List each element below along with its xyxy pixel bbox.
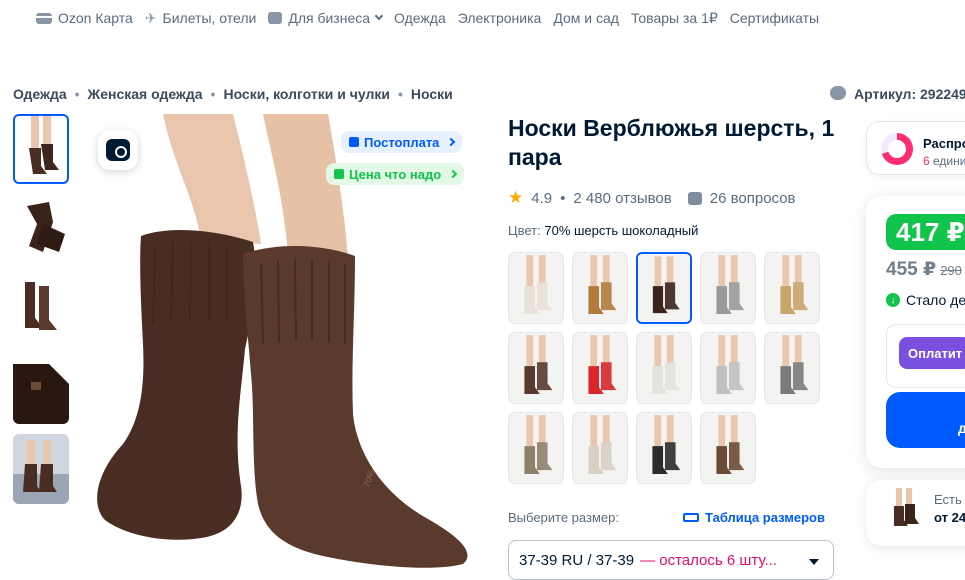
chevron-right-icon (447, 137, 456, 147)
star-icon: ★ (508, 188, 524, 207)
offer-line-1: Есть (934, 492, 962, 507)
dropdown-arrow-icon (809, 559, 819, 565)
card-icon (36, 12, 52, 24)
breadcrumb-item[interactable]: Носки, колготки и чулки (223, 86, 390, 102)
questions-link[interactable]: 26 вопросов (710, 190, 796, 207)
gallery-thumbnail[interactable] (13, 354, 69, 424)
question-bubble-icon (687, 191, 702, 205)
color-swatch[interactable] (764, 332, 820, 404)
top-nav: Ozon Карта ✈ Билеты, отели Для бизнеса Од… (36, 8, 819, 28)
rating-value: 4.9 (531, 189, 553, 207)
image-search-icon (106, 139, 130, 161)
image-search-button[interactable] (98, 130, 138, 170)
color-swatch[interactable] (700, 252, 756, 324)
price-box: 417 ₽ 455 ₽290 ↓ Стало де Оплатит д (866, 196, 965, 468)
gallery-thumbnails (13, 114, 69, 514)
progress-ring-icon (881, 133, 913, 165)
color-swatch[interactable] (700, 332, 756, 404)
color-swatch[interactable] (636, 412, 692, 484)
color-swatch[interactable] (508, 412, 564, 484)
color-swatch[interactable] (636, 252, 692, 324)
size-label: Выберите размер: (508, 510, 619, 525)
pay-button[interactable]: Оплатит (899, 337, 965, 369)
price-dropped-note: ↓ Стало де (886, 292, 965, 308)
size-table-link[interactable]: Таблица размеров (683, 510, 825, 525)
sale-progress-card[interactable]: Распро 6 едини (866, 121, 965, 175)
product-title: Носки Верблюжья шерсть, 1 пара (508, 115, 835, 170)
nav-clothes[interactable]: Одежда (394, 10, 446, 26)
postpay-badge[interactable]: Постоплата (341, 131, 463, 153)
size-selected-value: 37-39 RU / 37-39 (519, 551, 635, 569)
nav-home-garden[interactable]: Дом и сад (553, 10, 619, 26)
gallery-thumbnail[interactable] (13, 194, 69, 264)
sale-title: Распро (923, 136, 965, 151)
color-swatch[interactable] (764, 252, 820, 324)
reviews-link[interactable]: 2 480 отзывов (573, 190, 671, 207)
breadcrumb-item[interactable]: Женская одежда (88, 86, 203, 102)
chevron-down-icon (374, 11, 384, 21)
rating-row: ★ 4.9 • 2 480 отзывов 26 вопросов (508, 188, 796, 207)
briefcase-icon (268, 12, 283, 24)
gallery-thumbnail[interactable] (13, 114, 69, 184)
current-price: 417 ₽ (886, 214, 965, 250)
ruler-icon (683, 513, 699, 522)
article-number[interactable]: Артикул: 292249 (830, 86, 965, 102)
plane-icon: ✈ (144, 10, 157, 26)
nav-ozon-card[interactable]: Ozon Карта (36, 10, 133, 26)
nav-electronics[interactable]: Электроника (458, 10, 542, 26)
breadcrumb-separator: • (74, 86, 80, 102)
thumbs-up-icon (334, 169, 344, 179)
breadcrumb: Одежда • Женская одежда • Носки, колготки … (13, 86, 453, 102)
cheaper-offer-card[interactable]: Есть от 24 (866, 480, 965, 546)
color-swatch[interactable] (572, 332, 628, 404)
main-product-image[interactable]: 70% Постоплата Цена что надо (83, 114, 483, 569)
pay-card-block: Оплатит (886, 324, 965, 388)
nav-tickets[interactable]: ✈ Билеты, отели (145, 10, 257, 26)
color-swatch[interactable] (508, 332, 564, 404)
offer-line-2: от 24 (934, 510, 965, 525)
color-swatch[interactable] (508, 252, 564, 324)
copy-bubble-icon (830, 86, 846, 100)
breadcrumb-item[interactable]: Носки (411, 86, 453, 102)
nav-one-ruble[interactable]: Товары за 1₽ (631, 10, 718, 27)
gallery-thumbnail[interactable] (13, 274, 69, 344)
old-price: 455 ₽290 (886, 259, 962, 280)
breadcrumb-item[interactable]: Одежда (13, 86, 67, 102)
breadcrumb-separator: • (397, 86, 403, 102)
offer-thumbnail (886, 488, 924, 528)
nav-certificates[interactable]: Сертификаты (730, 10, 819, 26)
nav-business[interactable]: Для бизнеса (268, 10, 384, 26)
color-swatch[interactable] (572, 252, 628, 324)
color-value: 70% шерсть шоколадный (544, 223, 699, 238)
add-to-cart-button[interactable]: д (886, 392, 965, 448)
chevron-right-icon (448, 169, 458, 179)
color-swatch[interactable] (700, 412, 756, 484)
color-label: Цвет: 70% шерсть шоколадный (508, 223, 699, 238)
sale-subtitle: 6 едини (923, 154, 965, 168)
stock-warning: — осталось 6 шту... (640, 551, 777, 569)
wallet-icon (349, 137, 359, 147)
gallery-thumbnail[interactable] (13, 434, 69, 504)
size-select[interactable]: 37-39 RU / 37-39 — осталось 6 шту... (508, 540, 834, 580)
crossed-price: 290 (940, 263, 962, 278)
color-swatches (508, 252, 820, 484)
breadcrumb-separator: • (210, 86, 216, 102)
arrow-down-icon: ↓ (886, 293, 900, 307)
color-swatch[interactable] (636, 332, 692, 404)
color-swatch[interactable] (572, 412, 628, 484)
fair-price-badge[interactable]: Цена что надо (326, 163, 465, 185)
